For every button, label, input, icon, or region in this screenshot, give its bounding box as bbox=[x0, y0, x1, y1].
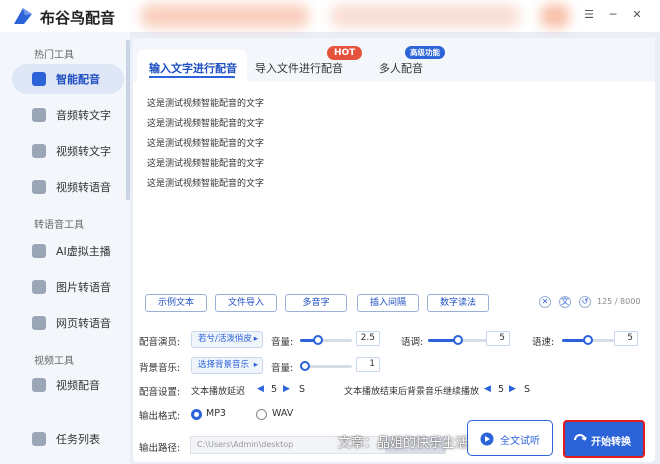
slider-knob[interactable] bbox=[583, 335, 593, 345]
editor-line: 这是测试视频智能配音的文字 bbox=[147, 139, 265, 149]
volume-value[interactable]: 2.5 bbox=[356, 331, 380, 346]
mp3-radio[interactable] bbox=[191, 409, 202, 420]
watermark: 文章：晶姐的快乐生活 bbox=[338, 436, 469, 451]
delay-increase-icon[interactable]: ▶ bbox=[283, 384, 290, 394]
image-icon bbox=[32, 280, 46, 294]
clear-icon[interactable]: ✕ bbox=[539, 296, 551, 308]
character-count: 125 / 8000 bbox=[597, 297, 641, 306]
sidebar-item-audio-to-text[interactable]: 音频转文字 bbox=[12, 100, 124, 130]
sidebar-item-ai-anchor[interactable]: AI虚拟主播 bbox=[12, 236, 124, 266]
polyphone-button[interactable]: 多音字 bbox=[285, 294, 347, 312]
sidebar-item-image-to-speech[interactable]: 图片转语音 bbox=[12, 272, 124, 302]
text-editor[interactable]: 这是测试视频智能配音的文字 这是测试视频智能配音的文字 这是测试视频智能配音的文… bbox=[137, 88, 647, 324]
sidebar-item-video-to-speech[interactable]: 视频转语音 bbox=[12, 172, 124, 202]
delay-label: 文本播放延迟 bbox=[191, 387, 246, 397]
translate-icon[interactable]: 文 bbox=[559, 296, 571, 308]
voice-label: 配音演员: bbox=[139, 337, 181, 348]
editor-line: 这是测试视频智能配音的文字 bbox=[147, 179, 265, 189]
tail-label: 文本播放结束后背景音乐继续播放 bbox=[344, 387, 480, 397]
sidebar-scrollbar[interactable] bbox=[126, 40, 130, 200]
close-icon[interactable]: ✕ bbox=[630, 8, 644, 22]
tone-slider[interactable] bbox=[428, 335, 488, 345]
tone-value[interactable]: 5 bbox=[486, 331, 510, 346]
convert-icon bbox=[574, 434, 587, 441]
section-speech-tools: 转语音工具 bbox=[34, 220, 84, 231]
main-panel: 输入文字进行配音 导入文件进行配音 HOT 多人配音 高级功能 这是测试视频智能… bbox=[133, 38, 655, 462]
play-icon bbox=[480, 432, 494, 446]
delay-decrease-icon[interactable]: ◀ bbox=[257, 384, 264, 394]
editor-line: 这是测试视频智能配音的文字 bbox=[147, 119, 265, 129]
section-hot-tools: 热门工具 bbox=[34, 50, 74, 61]
undo-icon[interactable]: ↺ bbox=[579, 296, 591, 308]
bgm-select[interactable]: 选择背景音乐 bbox=[191, 357, 263, 374]
tab-bar: 输入文字进行配音 导入文件进行配音 HOT 多人配音 高级功能 bbox=[133, 38, 655, 82]
hot-badge: HOT bbox=[327, 46, 363, 60]
start-convert-label: 开始转换 bbox=[591, 437, 631, 448]
audio-file-icon bbox=[32, 108, 46, 122]
tail-decrease-icon[interactable]: ◀ bbox=[484, 384, 491, 394]
bgm-volume-value[interactable]: 1 bbox=[356, 357, 380, 372]
wav-option-label: WAV bbox=[272, 408, 294, 419]
wav-radio[interactable] bbox=[256, 409, 267, 420]
tail-increase-icon[interactable]: ▶ bbox=[509, 384, 516, 394]
tone-label: 语调: bbox=[401, 337, 424, 348]
video-camera-icon bbox=[32, 180, 46, 194]
mp3-option-label: MP3 bbox=[206, 408, 226, 419]
voice-select[interactable]: 若兮/活泼俏皮 bbox=[191, 331, 263, 348]
slider-knob[interactable] bbox=[453, 335, 463, 345]
file-import-button[interactable]: 文件导入 bbox=[215, 294, 277, 312]
blurred-avatar bbox=[540, 4, 570, 28]
video-icon bbox=[32, 378, 46, 392]
video-text-icon bbox=[32, 144, 46, 158]
app-title: 布谷鸟配音 bbox=[40, 9, 116, 27]
number-reading-button[interactable]: 数字读法 bbox=[427, 294, 489, 312]
tab-text-input[interactable]: 输入文字进行配音 bbox=[137, 50, 247, 82]
tail-value: 5 bbox=[498, 384, 505, 395]
speed-label: 语速: bbox=[532, 337, 555, 348]
advanced-badge: 高级功能 bbox=[405, 46, 445, 59]
insert-pause-button[interactable]: 插入间隔 bbox=[357, 294, 419, 312]
editor-line: 这是测试视频智能配音的文字 bbox=[147, 99, 265, 109]
sidebar-item-video-dubbing[interactable]: 视频配音 bbox=[12, 370, 124, 400]
microphone-icon bbox=[32, 72, 46, 86]
delay-value: 5 bbox=[271, 384, 278, 395]
blurred-banner bbox=[140, 4, 310, 28]
volume-slider[interactable] bbox=[300, 335, 352, 345]
output-path-label: 输出路径: bbox=[139, 443, 181, 454]
volume-label: 音量: bbox=[271, 337, 294, 348]
bgm-volume-slider[interactable] bbox=[300, 361, 352, 371]
sidebar-item-video-to-text[interactable]: 视频转文字 bbox=[12, 136, 124, 166]
editor-line: 这是测试视频智能配音的文字 bbox=[147, 159, 265, 169]
minimize-icon[interactable]: ─ bbox=[606, 8, 620, 22]
full-preview-button[interactable]: 全文试听 bbox=[467, 420, 553, 456]
menu-icon[interactable]: ☰ bbox=[582, 8, 596, 22]
sample-text-button[interactable]: 示例文本 bbox=[145, 294, 207, 312]
bgm-label: 背景音乐: bbox=[139, 363, 181, 374]
person-icon bbox=[32, 244, 46, 258]
full-preview-label: 全文试听 bbox=[500, 436, 540, 447]
tail-unit: S bbox=[524, 384, 531, 395]
sidebar-item-smart-dubbing[interactable]: 智能配音 bbox=[12, 64, 124, 94]
section-video-tools: 视频工具 bbox=[34, 356, 74, 367]
speed-value[interactable]: 5 bbox=[614, 331, 638, 346]
start-convert-button[interactable]: 开始转换 bbox=[563, 420, 645, 458]
web-page-icon bbox=[32, 316, 46, 330]
sidebar-item-web-to-speech[interactable]: 网页转语音 bbox=[12, 308, 124, 338]
sidebar-item-task-list[interactable]: 任务列表 bbox=[12, 424, 124, 454]
speed-slider[interactable] bbox=[562, 335, 614, 345]
bird-logo-icon bbox=[14, 8, 32, 24]
bgm-volume-label: 音量: bbox=[271, 363, 294, 374]
task-list-icon bbox=[32, 432, 46, 446]
format-label: 输出格式: bbox=[139, 411, 181, 422]
delay-unit: S bbox=[299, 384, 306, 395]
settings-label: 配音设置: bbox=[139, 387, 181, 398]
blurred-banner bbox=[330, 4, 520, 28]
title-bar: 布谷鸟配音 ☰ ─ ✕ bbox=[0, 0, 660, 32]
